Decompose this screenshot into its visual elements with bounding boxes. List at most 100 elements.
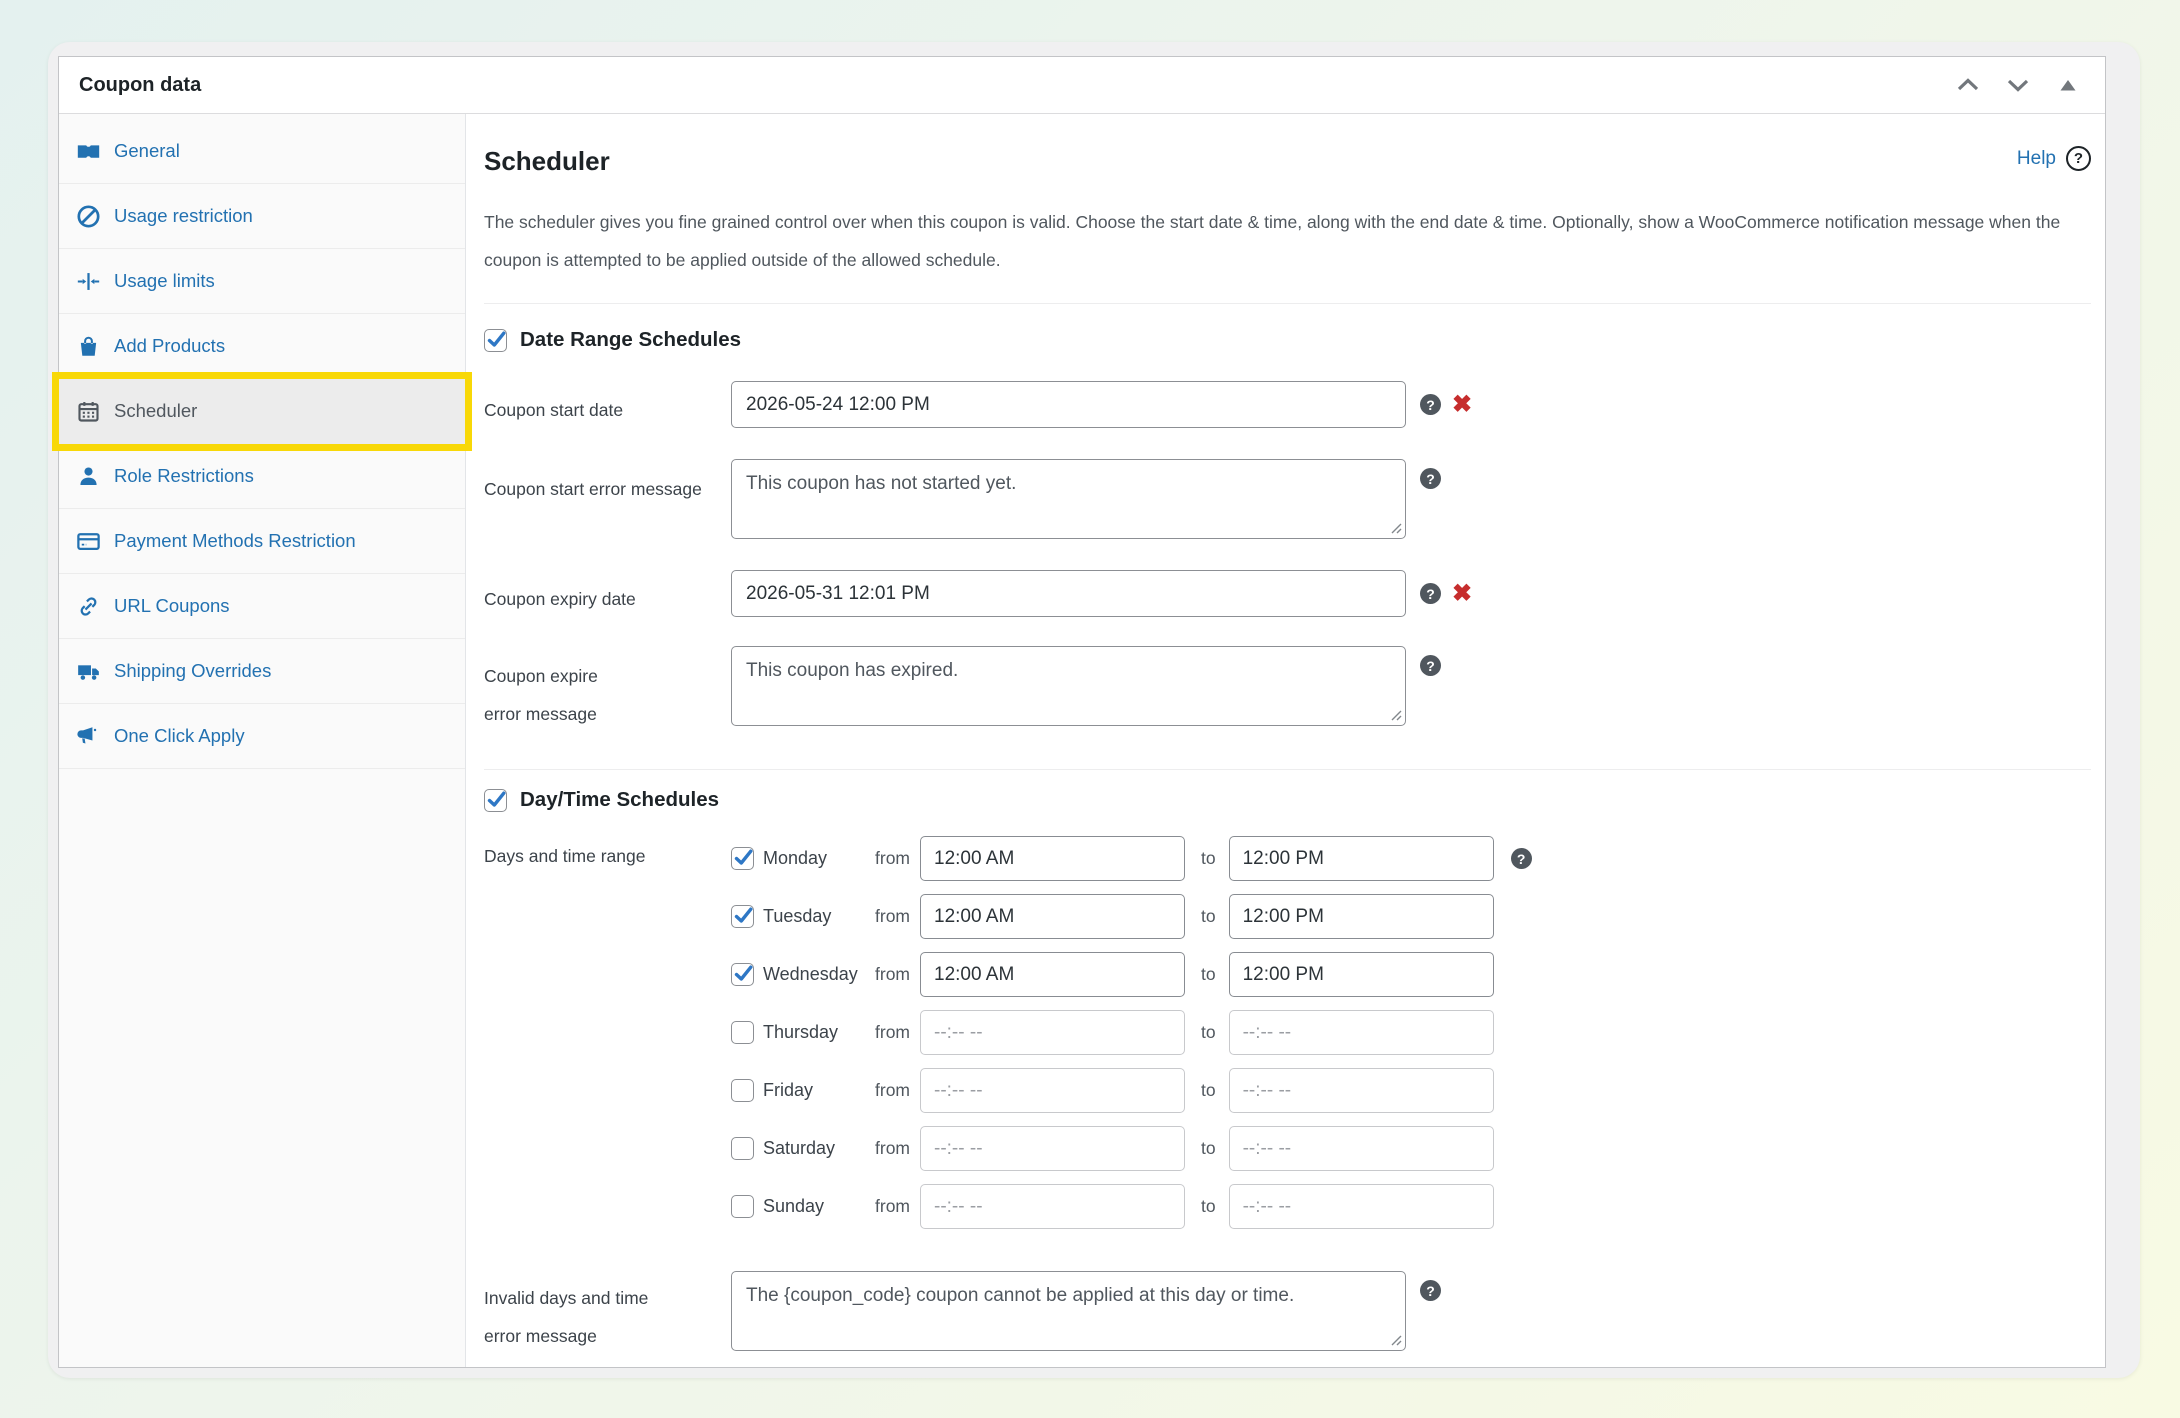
sidebar-item-usage-restriction[interactable]: Usage restriction bbox=[59, 184, 465, 249]
help-icon[interactable]: ? bbox=[1420, 394, 1441, 415]
to-label: to bbox=[1201, 964, 1216, 985]
resize-grip-icon[interactable] bbox=[1389, 521, 1403, 535]
to-label: to bbox=[1201, 1196, 1216, 1217]
monday-checkbox[interactable] bbox=[731, 847, 754, 870]
chevron-up-icon[interactable] bbox=[1953, 73, 1983, 97]
help-icon[interactable]: ? bbox=[1420, 655, 1441, 676]
saturday-from-input[interactable] bbox=[920, 1126, 1185, 1171]
friday-from-input[interactable] bbox=[920, 1068, 1185, 1113]
sidebar-item-label: One Click Apply bbox=[114, 725, 245, 747]
sidebar-item-label: URL Coupons bbox=[114, 595, 230, 617]
sunday-to-input[interactable] bbox=[1229, 1184, 1494, 1229]
sidebar-item-add-products[interactable]: Add Products bbox=[59, 314, 465, 379]
saturday-checkbox[interactable] bbox=[731, 1137, 754, 1160]
coupon-data-metabox: Coupon data General bbox=[58, 56, 2106, 1368]
to-label: to bbox=[1201, 1138, 1216, 1159]
sidebar-item-url-coupons[interactable]: URL Coupons bbox=[59, 574, 465, 639]
to-label: to bbox=[1201, 1080, 1216, 1101]
day-time-schedules-checkbox[interactable] bbox=[484, 789, 507, 812]
calendar-icon bbox=[74, 397, 102, 425]
resize-grip-icon[interactable] bbox=[1389, 1333, 1403, 1347]
from-label: from bbox=[875, 1196, 920, 1217]
to-label: to bbox=[1201, 1022, 1216, 1043]
coupon-start-error-textarea[interactable]: This coupon has not started yet. bbox=[731, 459, 1406, 539]
coupon-expiry-date-label: Coupon expiry date bbox=[484, 569, 731, 618]
coupon-expire-error-label: Coupon expire error message bbox=[484, 646, 731, 733]
sidebar-item-shipping-overrides[interactable]: Shipping Overrides bbox=[59, 639, 465, 704]
help-icon[interactable]: ? bbox=[1420, 468, 1441, 489]
coupon-start-date-row: Coupon start date ? ✖ bbox=[484, 380, 2091, 429]
day-label: Friday bbox=[763, 1080, 875, 1101]
day-row-wednesday: Wednesday from to bbox=[731, 952, 1532, 997]
shopping-bag-icon bbox=[74, 332, 102, 360]
metabox-title: Coupon data bbox=[79, 74, 201, 97]
day-row-saturday: Saturday from to bbox=[731, 1126, 1532, 1171]
invalid-days-error-label: Invalid days and time error message bbox=[484, 1271, 731, 1355]
sidebar-item-usage-limits[interactable]: Usage limits bbox=[59, 249, 465, 314]
saturday-to-input[interactable] bbox=[1229, 1126, 1494, 1171]
monday-to-input[interactable] bbox=[1229, 836, 1494, 881]
clear-date-icon[interactable]: ✖ bbox=[1452, 582, 1472, 606]
invalid-days-error-row: Invalid days and time error message The … bbox=[484, 1271, 2091, 1355]
thursday-checkbox[interactable] bbox=[731, 1021, 754, 1044]
from-label: from bbox=[875, 1022, 920, 1043]
invalid-days-error-textarea[interactable]: The {coupon_code} coupon cannot be appli… bbox=[731, 1271, 1406, 1351]
clear-date-icon[interactable]: ✖ bbox=[1452, 393, 1472, 417]
chevron-down-icon[interactable] bbox=[2003, 73, 2033, 97]
friday-to-input[interactable] bbox=[1229, 1068, 1494, 1113]
megaphone-icon bbox=[74, 722, 102, 750]
tuesday-checkbox[interactable] bbox=[731, 905, 754, 928]
credit-card-icon bbox=[74, 527, 102, 555]
help-icon[interactable]: ? bbox=[1420, 583, 1441, 604]
thursday-from-input[interactable] bbox=[920, 1010, 1185, 1055]
thursday-to-input[interactable] bbox=[1229, 1010, 1494, 1055]
day-time-schedules-heading: Day/Time Schedules bbox=[520, 788, 719, 812]
sidebar-item-role-restrictions[interactable]: Role Restrictions bbox=[59, 444, 465, 509]
day-label: Sunday bbox=[763, 1196, 875, 1217]
from-label: from bbox=[875, 848, 920, 869]
days-time-range-block: Days and time range Monday from to ? bbox=[484, 836, 2091, 1242]
help-circle-icon: ? bbox=[2066, 146, 2091, 171]
monday-from-input[interactable] bbox=[920, 836, 1185, 881]
wednesday-to-input[interactable] bbox=[1229, 952, 1494, 997]
link-icon bbox=[74, 592, 102, 620]
triangle-up-icon[interactable] bbox=[2053, 73, 2083, 97]
no-entry-icon bbox=[74, 202, 102, 230]
help-icon[interactable]: ? bbox=[1420, 1280, 1441, 1301]
scheduler-description: The scheduler gives you fine grained con… bbox=[484, 204, 2069, 279]
coupon-expire-error-textarea[interactable]: This coupon has expired. bbox=[731, 646, 1406, 726]
coupon-start-date-input[interactable] bbox=[731, 381, 1406, 428]
sidebar-item-label: General bbox=[114, 140, 180, 162]
coupon-expiry-date-row: Coupon expiry date ? ✖ bbox=[484, 569, 2091, 618]
help-icon[interactable]: ? bbox=[1511, 848, 1532, 869]
sidebar-item-one-click-apply[interactable]: One Click Apply bbox=[59, 704, 465, 769]
sunday-checkbox[interactable] bbox=[731, 1195, 754, 1218]
to-label: to bbox=[1201, 906, 1216, 927]
date-range-schedules-checkbox[interactable] bbox=[484, 329, 507, 352]
from-label: from bbox=[875, 1080, 920, 1101]
day-row-thursday: Thursday from to bbox=[731, 1010, 1532, 1055]
day-label: Monday bbox=[763, 848, 875, 869]
ticket-icon bbox=[74, 137, 102, 165]
sidebar-item-payment-methods[interactable]: Payment Methods Restriction bbox=[59, 509, 465, 574]
date-range-schedules-heading: Date Range Schedules bbox=[520, 328, 741, 352]
from-label: from bbox=[875, 964, 920, 985]
wednesday-from-input[interactable] bbox=[920, 952, 1185, 997]
wednesday-checkbox[interactable] bbox=[731, 963, 754, 986]
coupon-start-error-row: Coupon start error message This coupon h… bbox=[484, 459, 2091, 539]
scheduler-panel: Scheduler Help ? The scheduler gives you… bbox=[466, 114, 2105, 1367]
coupon-expire-error-row: Coupon expire error message This coupon … bbox=[484, 646, 2091, 733]
coupon-expiry-date-input[interactable] bbox=[731, 570, 1406, 617]
tuesday-from-input[interactable] bbox=[920, 894, 1185, 939]
tuesday-to-input[interactable] bbox=[1229, 894, 1494, 939]
from-label: from bbox=[875, 906, 920, 927]
sidebar-item-scheduler[interactable]: Scheduler bbox=[59, 379, 465, 444]
help-link[interactable]: Help ? bbox=[2017, 146, 2091, 171]
resize-grip-icon[interactable] bbox=[1389, 708, 1403, 722]
sidebar-item-label: Usage restriction bbox=[114, 205, 253, 227]
sidebar-item-general[interactable]: General bbox=[59, 119, 465, 184]
friday-checkbox[interactable] bbox=[731, 1079, 754, 1102]
to-label: to bbox=[1201, 848, 1216, 869]
sunday-from-input[interactable] bbox=[920, 1184, 1185, 1229]
day-label: Saturday bbox=[763, 1138, 875, 1159]
